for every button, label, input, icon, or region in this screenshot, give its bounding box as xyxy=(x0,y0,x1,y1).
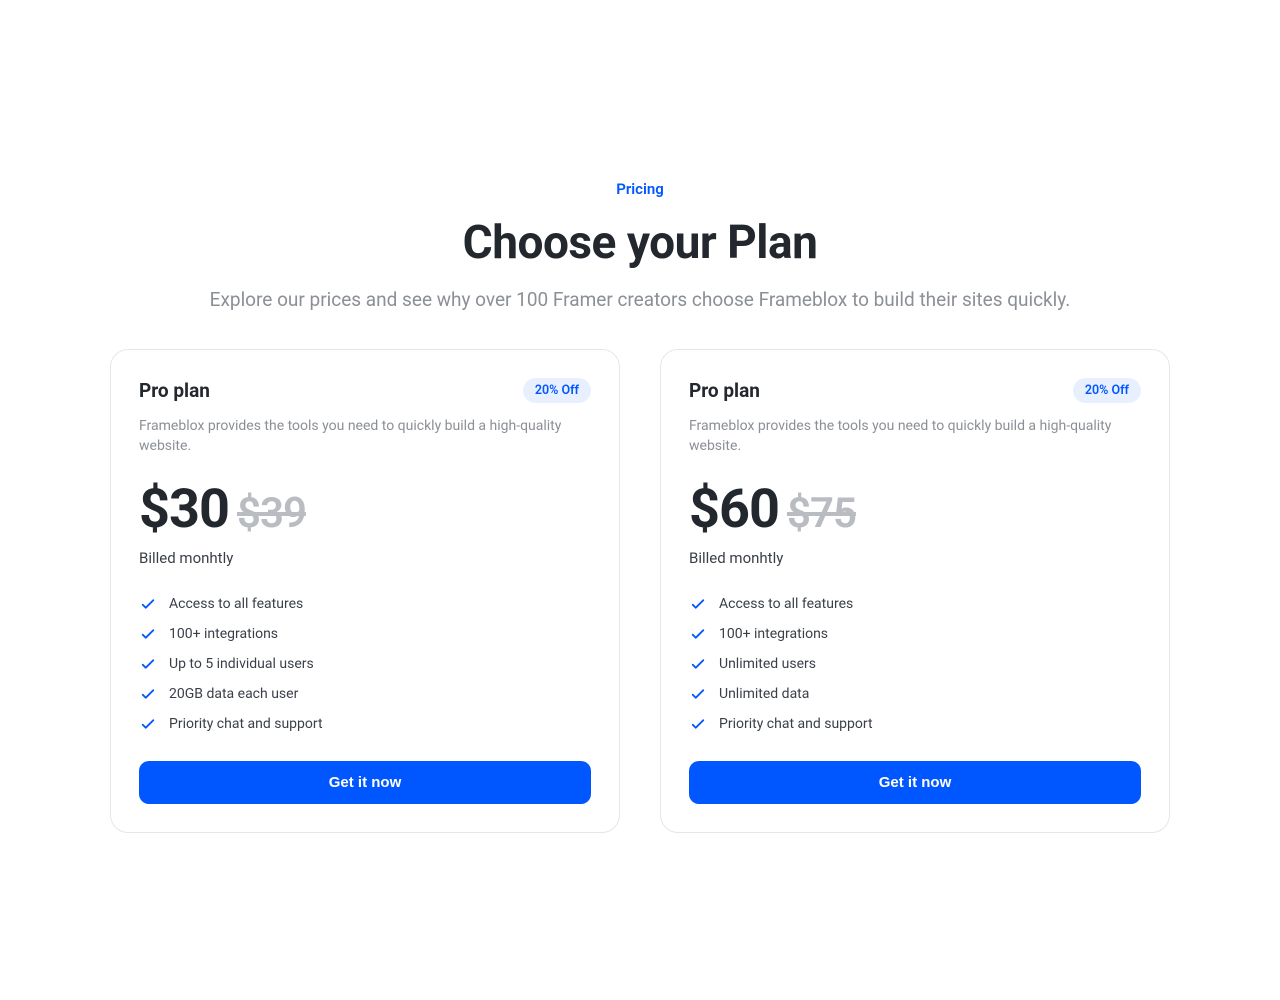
feature-label: Unlimited data xyxy=(719,686,809,702)
feature-item: 20GB data each user xyxy=(139,679,591,709)
feature-item: 100+ integrations xyxy=(139,619,591,649)
check-icon xyxy=(139,655,157,673)
feature-item: Priority chat and support xyxy=(689,709,1141,739)
feature-label: 100+ integrations xyxy=(169,626,278,642)
check-icon xyxy=(139,685,157,703)
feature-label: 100+ integrations xyxy=(719,626,828,642)
feature-label: Access to all features xyxy=(169,596,303,612)
check-icon xyxy=(689,625,707,643)
plan-price: $30 xyxy=(139,478,229,541)
check-icon xyxy=(139,595,157,613)
check-icon xyxy=(689,655,707,673)
check-icon xyxy=(689,595,707,613)
plan-price: $60 xyxy=(689,478,779,541)
card-header: Pro plan 20% Off xyxy=(689,378,1141,403)
feature-label: 20GB data each user xyxy=(169,686,298,702)
plan-price-old: $39 xyxy=(237,489,306,538)
get-it-now-button[interactable]: Get it now xyxy=(139,761,591,804)
check-icon xyxy=(139,625,157,643)
plan-description: Frameblox provides the tools you need to… xyxy=(139,417,591,456)
billing-period: Billed monhtly xyxy=(139,549,591,567)
check-icon xyxy=(689,685,707,703)
feature-item: Access to all features xyxy=(139,589,591,619)
plan-name: Pro plan xyxy=(139,379,210,402)
card-header: Pro plan 20% Off xyxy=(139,378,591,403)
page-subtitle: Explore our prices and see why over 100 … xyxy=(210,288,1071,311)
plan-description: Frameblox provides the tools you need to… xyxy=(689,417,1141,456)
price-row: $60 $75 xyxy=(689,478,1141,541)
discount-badge: 20% Off xyxy=(523,378,591,403)
feature-item: Unlimited data xyxy=(689,679,1141,709)
plan-name: Pro plan xyxy=(689,379,760,402)
page-title: Choose your Plan xyxy=(463,216,818,270)
pricing-card: Pro plan 20% Off Frameblox provides the … xyxy=(660,349,1170,833)
feature-label: Unlimited users xyxy=(719,656,816,672)
feature-item: Unlimited users xyxy=(689,649,1141,679)
feature-label: Up to 5 individual users xyxy=(169,656,314,672)
feature-label: Access to all features xyxy=(719,596,853,612)
feature-label: Priority chat and support xyxy=(169,716,323,732)
price-row: $30 $39 xyxy=(139,478,591,541)
feature-item: Up to 5 individual users xyxy=(139,649,591,679)
feature-list: Access to all features 100+ integrations… xyxy=(689,589,1141,739)
pricing-cards: Pro plan 20% Off Frameblox provides the … xyxy=(0,349,1280,833)
feature-list: Access to all features 100+ integrations… xyxy=(139,589,591,739)
pricing-card: Pro plan 20% Off Frameblox provides the … xyxy=(110,349,620,833)
billing-period: Billed monhtly xyxy=(689,549,1141,567)
get-it-now-button[interactable]: Get it now xyxy=(689,761,1141,804)
discount-badge: 20% Off xyxy=(1073,378,1141,403)
check-icon xyxy=(139,715,157,733)
feature-item: 100+ integrations xyxy=(689,619,1141,649)
plan-price-old: $75 xyxy=(787,489,856,538)
feature-label: Priority chat and support xyxy=(719,716,873,732)
feature-item: Access to all features xyxy=(689,589,1141,619)
feature-item: Priority chat and support xyxy=(139,709,591,739)
check-icon xyxy=(689,715,707,733)
pricing-eyebrow: Pricing xyxy=(616,180,664,198)
